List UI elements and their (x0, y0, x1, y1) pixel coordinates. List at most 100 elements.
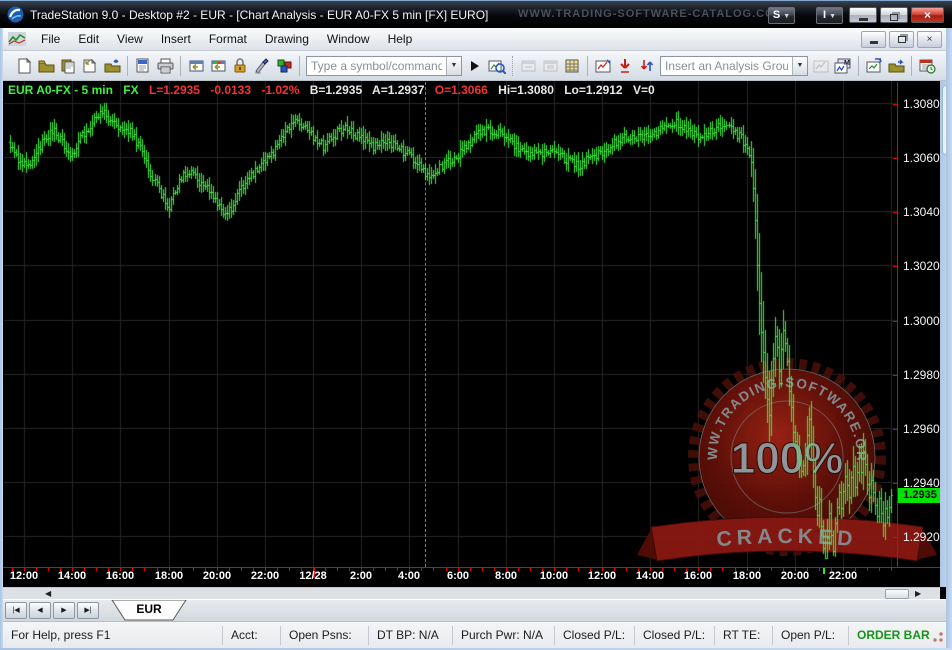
tab-next-button[interactable]: ▶ (53, 602, 75, 619)
tab-eur[interactable]: EUR (111, 600, 187, 621)
menu-help[interactable]: Help (379, 29, 422, 49)
s-menu-button[interactable]: S ▼ (768, 7, 795, 24)
save-desktop-icon[interactable] (57, 55, 79, 77)
status-field-0: For Help, press F1 (3, 626, 222, 645)
time-tick (482, 568, 483, 571)
analysis-group-input[interactable] (661, 58, 792, 74)
time-tick-label: 18:00 (155, 570, 183, 582)
menu-insert[interactable]: Insert (152, 29, 200, 49)
m-chart-stack-icon[interactable]: M (832, 55, 854, 77)
chart-import-icon[interactable] (863, 55, 885, 77)
time-tick-label: 12:00 (588, 570, 616, 582)
tab-previous-button[interactable]: ◀ (29, 602, 51, 619)
chart-window-icon (8, 32, 26, 46)
window-disabled-2-icon[interactable] (539, 55, 561, 77)
minimize-button[interactable] (849, 7, 877, 23)
price-tick-label: 1.3000 (903, 314, 940, 328)
legend-change-pct: -1.02% (261, 83, 299, 97)
mdi-close-button[interactable]: × (917, 31, 942, 48)
time-tick (193, 568, 194, 571)
window-disabled-1-icon[interactable] (517, 55, 539, 77)
time-tick (96, 568, 97, 571)
objects-cubes-icon[interactable] (273, 55, 295, 77)
workspace-tab-bar: |◀ ◀ ▶ ▶| EUR (3, 599, 946, 621)
mdi-restore-button[interactable] (889, 31, 914, 48)
price-tick-label: 1.2960 (903, 422, 940, 436)
symbol-combobox[interactable]: ▼ (306, 56, 462, 76)
save-page-icon[interactable] (79, 55, 101, 77)
scroll-right-icon[interactable]: ▶ (915, 589, 921, 599)
archive-folder-icon[interactable] (101, 55, 123, 77)
chart-alert-icon[interactable] (592, 55, 614, 77)
time-tick (421, 568, 422, 571)
window-previous-icon[interactable] (185, 55, 207, 77)
open-workspace-icon[interactable] (35, 55, 57, 77)
symbol-input[interactable] (307, 58, 446, 74)
scroll-left-icon[interactable]: ◀ (45, 589, 51, 599)
time-tick-label: 16:00 (684, 570, 712, 582)
menu-format[interactable]: Format (200, 29, 256, 49)
legend-high: Hi=1.3080 (498, 83, 554, 97)
mdi-minimize-button[interactable] (861, 31, 886, 48)
time-tick (48, 568, 49, 571)
time-tick (578, 568, 579, 571)
menu-drawing[interactable]: Drawing (256, 29, 318, 49)
matrix-table-icon[interactable] (561, 55, 583, 77)
print-preview-icon[interactable] (132, 55, 154, 77)
status-field-7: RT TE: (714, 626, 772, 645)
symbol-dropdown-button[interactable]: ▼ (446, 57, 461, 75)
restore-button[interactable] (880, 7, 908, 23)
window-status-icon[interactable] (207, 55, 229, 77)
analysis-dropdown-button[interactable]: ▼ (792, 57, 807, 75)
new-document-icon[interactable] (13, 55, 35, 77)
calendar-clock-icon[interactable] (916, 55, 938, 77)
tradestation-logo-icon (7, 6, 24, 23)
resize-grip-icon[interactable] (932, 632, 944, 644)
time-tick (722, 568, 723, 571)
menu-edit[interactable]: Edit (69, 29, 108, 49)
time-tick-label: 18:00 (733, 570, 761, 582)
arrow-down-red-icon[interactable] (614, 55, 636, 77)
time-tick (433, 568, 434, 571)
mdi-window-controls: × (861, 31, 942, 48)
analysis-group-combobox[interactable]: ▼ (660, 56, 808, 76)
time-tick-label: 22:00 (251, 570, 279, 582)
format-tools-icon[interactable] (251, 55, 273, 77)
tab-last-button[interactable]: ▶| (77, 602, 99, 619)
chart-find-icon[interactable] (486, 55, 508, 77)
status-bar: For Help, press F1Acct:Open Psns:DT BP: … (3, 621, 946, 648)
chart-disabled-icon[interactable] (810, 55, 832, 77)
close-button[interactable]: × (911, 7, 944, 23)
status-field-2: Open Psns: (280, 626, 368, 645)
lock-icon[interactable] (229, 55, 251, 77)
price-tick (893, 104, 898, 105)
time-tick (823, 568, 825, 574)
legend-last: L=1.2935 (149, 83, 200, 97)
time-tick-label: 10:00 (540, 570, 568, 582)
status-field-6: Closed P/L: (634, 626, 714, 645)
folder-export-icon[interactable] (885, 55, 907, 77)
menu-view[interactable]: View (108, 29, 152, 49)
arrows-downup-icon[interactable] (636, 55, 658, 77)
price-bars-canvas[interactable] (4, 81, 897, 567)
legend-volume: V=0 (633, 83, 655, 97)
time-tick-label: 20:00 (781, 570, 809, 582)
price-tick-label: 1.3080 (903, 97, 940, 111)
time-tick (891, 568, 892, 571)
menu-file[interactable]: File (32, 29, 69, 49)
time-tick-label: 8:00 (495, 570, 517, 582)
go-icon[interactable] (464, 55, 486, 77)
horizontal-scrollbar[interactable]: ◀ ▶ (3, 587, 940, 599)
status-order-bar[interactable]: ORDER BAR (848, 626, 932, 645)
chart-legend: EUR A0-FX - 5 min FX L=1.2935 -0.0133 -1… (8, 83, 662, 97)
horizontal-scrollbar-thumb[interactable] (885, 589, 909, 599)
window-title: TradeStation 9.0 - Desktop #2 - EUR - [C… (30, 8, 488, 22)
tab-first-button[interactable]: |◀ (5, 602, 27, 619)
i-menu-button[interactable]: I ▼ (816, 7, 843, 24)
print-icon[interactable] (154, 55, 176, 77)
status-field-4: Purch Pwr: N/A (452, 626, 554, 645)
time-tick-label: 14:00 (636, 570, 664, 582)
time-tick (518, 568, 519, 571)
svg-text:M: M (844, 60, 850, 67)
menu-window[interactable]: Window (318, 29, 379, 49)
